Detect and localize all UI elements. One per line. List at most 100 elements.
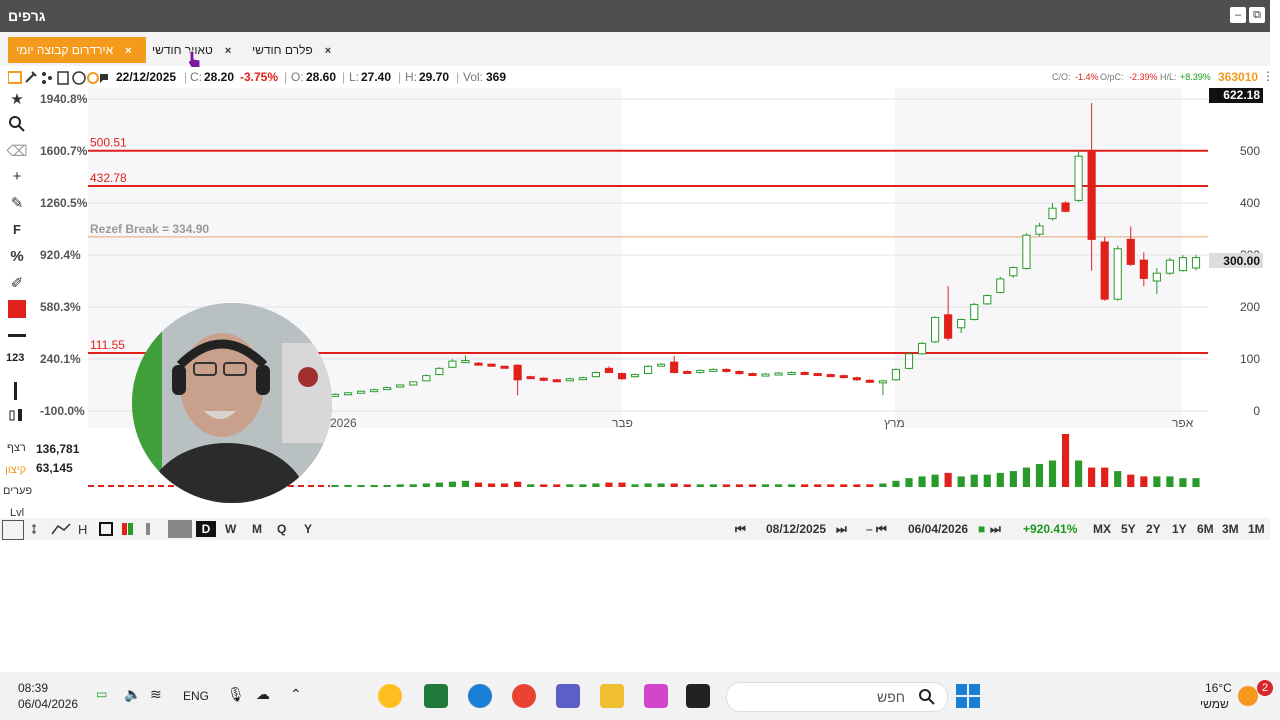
chrome-icon[interactable] [512, 684, 536, 708]
candle-body [970, 303, 979, 320]
more-icon[interactable]: ⋮ [1262, 69, 1274, 83]
color-picker-icon[interactable] [8, 300, 26, 318]
close-icon[interactable]: × [325, 45, 331, 57]
pencil-icon[interactable]: ✎ [6, 194, 28, 214]
range-1y-button[interactable]: 1Y [1172, 521, 1187, 537]
close-icon[interactable]: × [125, 45, 131, 57]
comment-icon [100, 74, 108, 83]
chevron-up-icon[interactable]: ⌃ [290, 686, 302, 703]
volume-bar [1022, 467, 1030, 487]
tab-pelram[interactable]: פלרם חודשי × [244, 37, 339, 63]
volume-bar [983, 474, 991, 487]
range-1m-button[interactable]: 1M [1248, 521, 1265, 537]
tab-label: אירדרום קבוצה יומי [16, 43, 114, 57]
volume-tick-low: 63,145 [36, 461, 73, 475]
period-y-button[interactable]: Y [304, 521, 312, 537]
opc-label: O/pC: [1100, 72, 1124, 82]
search-icon[interactable] [6, 116, 28, 136]
crosshair-icon[interactable]: + [6, 168, 28, 188]
star-icon[interactable]: ★ [6, 90, 28, 110]
bar-style-icon[interactable] [8, 408, 26, 422]
open-label: O: [291, 70, 304, 84]
volume-icon[interactable]: 🔈 [124, 686, 141, 703]
candle-body [709, 368, 718, 372]
app-icon[interactable] [600, 684, 624, 708]
window-icon [8, 71, 22, 84]
high-value: 29.70 [419, 70, 450, 84]
volume-bar [801, 484, 809, 487]
left-axis-tick: 240.1% [40, 352, 81, 366]
battery-icon[interactable]: ▭ [96, 687, 107, 701]
teams-icon[interactable] [556, 684, 580, 708]
period-m-button[interactable]: M [252, 521, 262, 537]
windows-start-icon[interactable] [956, 684, 980, 708]
kitzon-label: קיצון [5, 464, 26, 476]
volume-bar [344, 485, 352, 487]
copilot-icon[interactable] [644, 684, 668, 708]
search-box[interactable]: חפש [726, 682, 948, 712]
volume-bar [905, 478, 913, 487]
right-axis-tick: 100 [1240, 352, 1260, 366]
candle-body [865, 379, 874, 383]
start-next-icon[interactable]: ⏭ [836, 521, 847, 537]
restore-button[interactable]: ⧉ [1249, 7, 1265, 23]
volume-bar [1075, 460, 1083, 487]
candle-body [604, 367, 614, 374]
candle-body [1165, 259, 1174, 274]
volume-bar [1140, 476, 1148, 487]
co-label: C/O: [1052, 72, 1071, 82]
weather-temp[interactable]: 16°C [1205, 681, 1232, 695]
volume-bar [605, 482, 613, 487]
tab-eirdrom[interactable]: אירדרום קבוצה יומי × [8, 37, 146, 63]
low-label: L: [349, 70, 360, 84]
vertical-line-icon[interactable] [14, 382, 17, 400]
clock-time[interactable]: 08:39 [18, 681, 48, 695]
clock-date[interactable]: 06/04/2026 [18, 697, 78, 711]
volume-bar [448, 481, 456, 487]
candle-body [774, 372, 783, 376]
end-prev-icon[interactable]: ⏮ [876, 521, 887, 537]
range-6m-button[interactable]: 6M [1197, 521, 1214, 537]
range-mx-button[interactable]: MX [1093, 521, 1111, 537]
file-icon[interactable] [686, 684, 710, 708]
period-d-button[interactable]: D [196, 521, 216, 537]
eraser-icon[interactable]: ⌫ [6, 142, 28, 162]
candle-body [617, 373, 627, 380]
chart-type-candle-button[interactable] [2, 520, 24, 540]
edge-icon[interactable] [468, 684, 492, 708]
fibonacci-icon[interactable]: F [6, 222, 28, 242]
range-3m-button[interactable]: 3M [1222, 521, 1239, 537]
range-2y-button[interactable]: 2Y [1146, 521, 1161, 537]
minimize-button[interactable]: – [1230, 7, 1246, 23]
line-width-icon[interactable] [8, 334, 26, 337]
end-last-icon[interactable]: ⏭ [990, 521, 1001, 537]
volume-bar [1153, 476, 1161, 487]
volume-bar [970, 474, 978, 487]
rezef-label: רצף [7, 442, 26, 454]
candle-body [878, 380, 887, 384]
wifi-icon[interactable]: ≋ [150, 686, 162, 703]
edit-icon[interactable]: ✐ [6, 274, 28, 294]
microphone-icon[interactable]: 🎙 [227, 686, 245, 703]
percent-icon[interactable]: % [6, 248, 28, 268]
volume-bar [1035, 464, 1044, 487]
period-w-button[interactable]: W [225, 521, 236, 537]
period-q-button[interactable]: Q [277, 521, 286, 537]
weather-text[interactable]: שמשי [1200, 697, 1229, 711]
range-5y-button[interactable]: 5Y [1121, 521, 1136, 537]
chrome-profile-icon[interactable] [378, 684, 402, 708]
numbers-icon[interactable]: 123 [6, 352, 28, 364]
line-icon [51, 523, 71, 535]
volume-value: 369 [486, 70, 507, 84]
period-separator [168, 520, 192, 538]
range-change: +920.41% [1023, 522, 1078, 536]
lock-icon[interactable]: ■ [978, 521, 985, 537]
onedrive-icon[interactable]: ☁ [256, 686, 270, 703]
excel-icon[interactable] [424, 684, 448, 708]
start-first-icon[interactable]: ⏮ [735, 521, 746, 537]
close-icon[interactable]: × [225, 45, 231, 57]
candle-body [852, 377, 861, 381]
language-indicator[interactable]: ENG [183, 689, 209, 703]
notification-badge[interactable]: 2 [1257, 680, 1273, 696]
volume-bar [892, 480, 900, 487]
